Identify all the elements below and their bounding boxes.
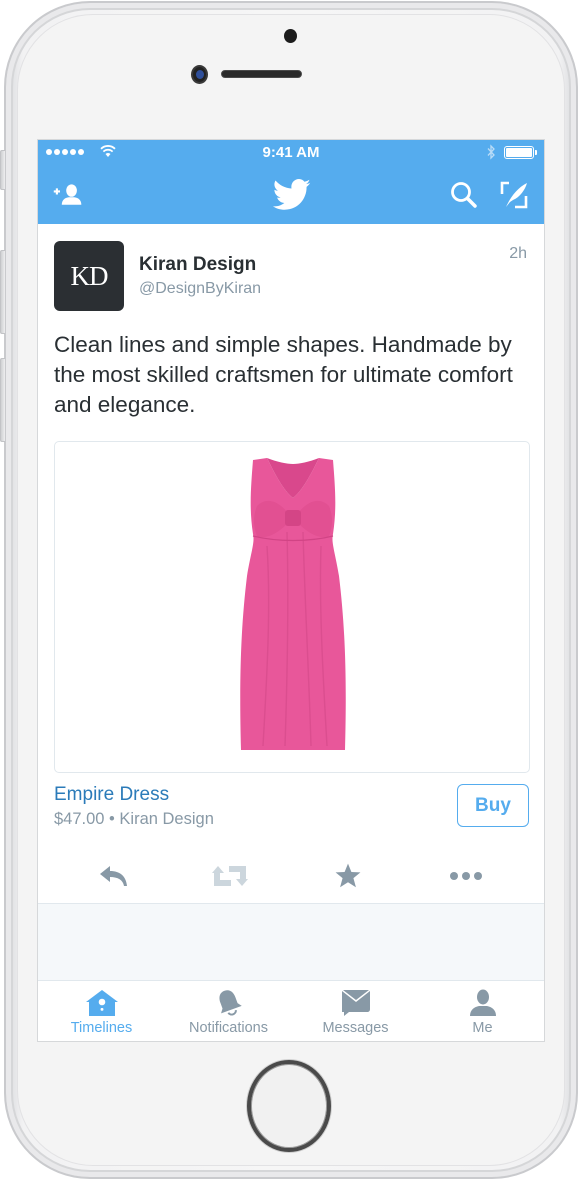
tweet-timestamp: 2h xyxy=(509,245,527,262)
volume-down-button xyxy=(0,358,5,442)
bell-icon xyxy=(219,990,242,1016)
home-birdhouse-icon xyxy=(85,990,118,1016)
tab-label: Timelines xyxy=(70,1020,133,1036)
tab-label: Me xyxy=(472,1020,493,1036)
more-icon[interactable] xyxy=(446,862,486,890)
product-image[interactable] xyxy=(227,456,359,754)
battery-icon xyxy=(504,146,537,159)
twitter-bird-icon[interactable] xyxy=(270,179,314,210)
timeline-empty-area xyxy=(38,903,544,981)
nav-bar xyxy=(38,166,544,224)
mute-switch xyxy=(0,150,5,190)
status-bar: 9:41 AM xyxy=(38,140,544,166)
screen: 9:41 AM KD Kiran Design @DesignByKiran 2… xyxy=(37,139,545,1042)
tab-me[interactable]: Me xyxy=(419,982,544,1041)
reply-icon[interactable] xyxy=(94,862,134,890)
author-handle[interactable]: @DesignByKiran xyxy=(139,280,261,298)
tab-bar: Timelines Notifications Messages Me xyxy=(38,982,544,1041)
product-title-link[interactable]: Empire Dress xyxy=(54,784,169,806)
product-price-seller: $47.00 • Kiran Design xyxy=(54,810,214,828)
star-icon[interactable] xyxy=(328,862,368,890)
earpiece-speaker xyxy=(221,70,302,78)
tab-label: Notifications xyxy=(189,1020,268,1036)
retweet-icon[interactable] xyxy=(210,862,250,890)
tweet-text: Clean lines and simple shapes. Handmade … xyxy=(54,332,513,417)
search-icon[interactable] xyxy=(448,180,480,210)
compose-tweet-icon[interactable] xyxy=(498,180,530,210)
tab-notifications[interactable]: Notifications xyxy=(165,982,292,1041)
status-time: 9:41 AM xyxy=(262,144,320,161)
tweet-actions xyxy=(38,856,544,896)
avatar[interactable]: KD xyxy=(54,241,124,311)
tab-messages[interactable]: Messages xyxy=(292,982,419,1041)
buy-button[interactable]: Buy xyxy=(457,784,529,827)
tab-label: Messages xyxy=(322,1020,389,1036)
add-user-icon[interactable] xyxy=(52,180,84,210)
author-name[interactable]: Kiran Design xyxy=(139,254,256,276)
bluetooth-icon xyxy=(487,144,495,160)
home-button[interactable] xyxy=(247,1060,331,1152)
volume-up-button xyxy=(0,250,5,334)
product-card[interactable] xyxy=(54,441,530,773)
envelope-icon xyxy=(341,990,370,1016)
front-camera xyxy=(191,65,208,84)
proximity-sensor xyxy=(284,29,297,43)
person-icon xyxy=(469,989,496,1016)
tab-timelines[interactable]: Timelines xyxy=(38,982,165,1041)
